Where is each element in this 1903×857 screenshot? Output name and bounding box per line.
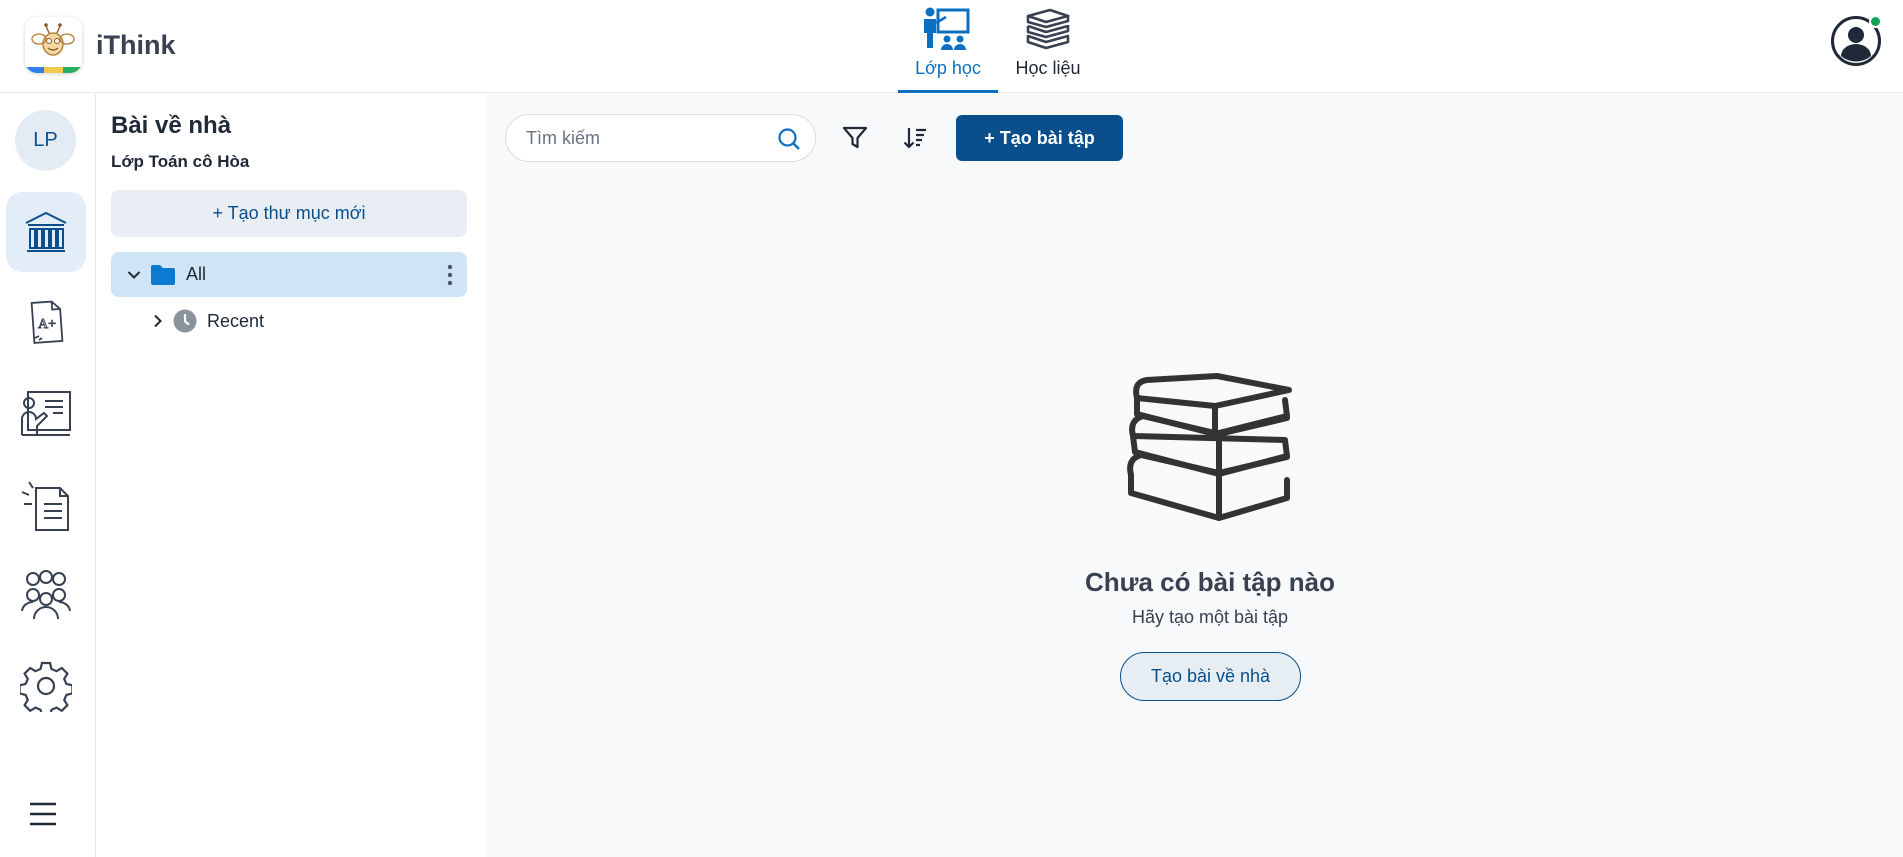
svg-text:A+: A+ [38,317,56,332]
tree-item-label: Recent [207,310,265,331]
sort-button[interactable] [892,114,938,162]
empty-state-title: Chưa có bài tập nào [1085,567,1335,597]
tree-item-all[interactable]: All [111,252,467,297]
main-content: + Tạo bài tập Chưa có bài tập nào Hãy tạ… [485,94,1903,857]
app-name: iThink [96,29,176,60]
hamburger-menu-icon[interactable] [28,800,62,830]
app-logo[interactable]: iThink [25,17,176,73]
rail-item-library[interactable] [6,192,86,272]
chevron-right-icon[interactable] [153,314,163,328]
tab-label: Lớp học [915,58,981,78]
class-avatar[interactable]: LP [15,110,76,171]
folder-icon [151,264,175,285]
sort-icon [903,128,926,149]
create-homework-button[interactable]: Tạo bài về nhà [1120,652,1301,701]
search-box[interactable] [505,114,816,162]
more-options-icon[interactable] [447,264,453,286]
profile-button[interactable] [1830,15,1882,67]
stacked-books-icon [1127,373,1292,521]
books-icon [1026,8,1070,50]
left-rail: LP A+ [0,94,96,857]
class-name: Lớp Toán cô Hòa [111,152,250,171]
tab-hoc-lieu[interactable]: Học liệu [998,0,1098,93]
group-icon [21,570,71,620]
folder-panel: Bài về nhà Lớp Toán cô Hòa + Tạo thư mục… [97,94,485,857]
tree-item-recent[interactable]: Recent [111,300,467,342]
document-icon [21,481,69,531]
create-assignment-button[interactable]: + Tạo bài tập [956,115,1123,161]
new-folder-button[interactable]: + Tạo thư mục mới [111,190,467,237]
rail-item-teaching[interactable] [6,373,86,453]
search-icon[interactable] [777,127,801,151]
classroom-icon [924,7,970,50]
search-input[interactable] [526,127,766,149]
tab-label: Học liệu [1015,58,1081,78]
library-icon [25,211,67,252]
graded-paper-icon: A+ [30,300,64,344]
chevron-down-icon[interactable] [127,270,141,280]
empty-state-subtitle: Hãy tạo một bài tập [1131,607,1289,627]
filter-icon [842,126,868,149]
tree-item-label: All [186,264,207,284]
bee-logo-icon [25,17,82,73]
main-nav: Lớp học Học liệu [898,0,1098,93]
rail-item-settings[interactable] [6,646,86,726]
tab-lop-hoc[interactable]: Lớp học [898,0,998,93]
page-title: Bài về nhà [111,112,232,139]
rail-item-documents[interactable] [6,464,86,544]
gear-icon [20,661,72,712]
online-status-dot [1869,15,1882,28]
clock-icon [173,309,197,333]
rail-item-members[interactable] [6,555,86,635]
rail-item-grades[interactable]: A+ [6,282,86,362]
teacher-board-icon [21,391,71,436]
filter-button[interactable] [832,114,878,162]
top-header: iThink Lớp học Học liệu [0,0,1903,93]
avatar-initials: LP [33,129,58,151]
